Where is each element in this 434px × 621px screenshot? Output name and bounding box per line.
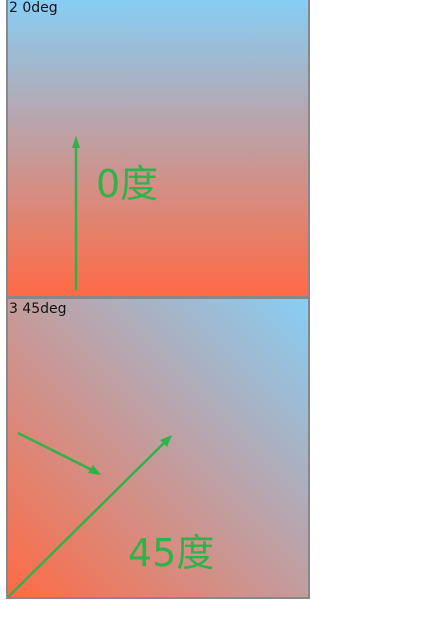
gradient-panel-45deg: 3 45deg 45度 — [6, 297, 310, 599]
gradient-panel-0deg: 2 0deg 0度 — [6, 0, 310, 298]
angle-label: 45度 — [128, 531, 215, 575]
angle-label: 0度 — [96, 162, 159, 206]
demo-page: 2 0deg 0度 3 45deg 45度 — [0, 0, 434, 621]
direction-arrow-icon — [72, 136, 80, 290]
